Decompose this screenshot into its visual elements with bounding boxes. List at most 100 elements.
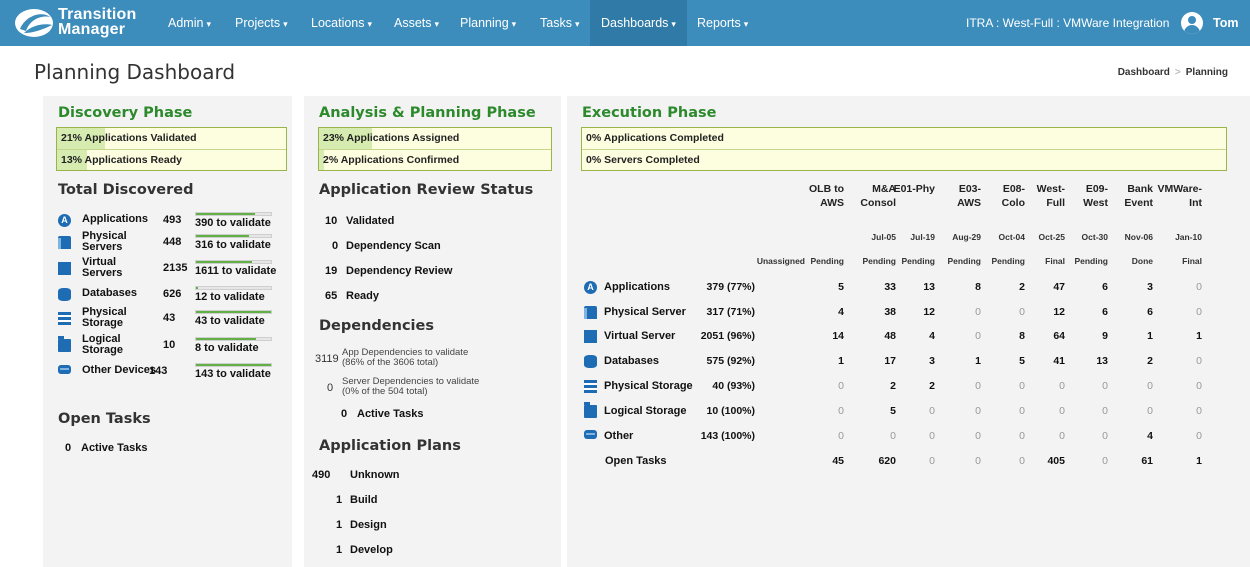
event-cell[interactable]: 12 bbox=[1025, 306, 1065, 318]
menu-admin[interactable]: Admin ▾ bbox=[168, 0, 211, 46]
to-validate-link[interactable]: 143 to validate bbox=[195, 368, 271, 380]
event-cell[interactable]: 6 bbox=[1113, 306, 1153, 318]
exec-row-other[interactable]: Other bbox=[604, 430, 633, 442]
event-cell[interactable]: 5 bbox=[985, 355, 1025, 367]
review-count: 65 bbox=[325, 290, 338, 302]
menu-label: Reports bbox=[697, 16, 741, 30]
event-cell[interactable]: 6 bbox=[1068, 306, 1108, 318]
exec-row-virtual-server[interactable]: Virtual Server bbox=[604, 330, 675, 342]
event-status: Done bbox=[1131, 256, 1153, 266]
exec-row-databases[interactable]: Databases bbox=[604, 355, 659, 367]
event-cell[interactable]: 6 bbox=[1068, 281, 1108, 293]
event-cell[interactable]: 8 bbox=[985, 330, 1025, 342]
menu-reports[interactable]: Reports ▾ bbox=[697, 0, 748, 46]
exec-row-applications[interactable]: Applications bbox=[604, 281, 670, 293]
dependency-tasks-label[interactable]: Active Tasks bbox=[357, 408, 423, 420]
project-selector[interactable]: ITRA : West-Full : VMWare Integration bbox=[966, 0, 1169, 46]
to-validate-link[interactable]: 316 to validate bbox=[195, 239, 271, 251]
event-header-8[interactable]: VMWare- Int bbox=[1142, 182, 1202, 210]
exec-row-physical-storage[interactable]: Physical Storage bbox=[604, 380, 693, 392]
breadcrumb-planning: Planning bbox=[1185, 67, 1228, 78]
discovered-count: 2135 bbox=[163, 262, 188, 274]
menu-assets[interactable]: Assets ▾ bbox=[394, 0, 439, 46]
event-header-0[interactable]: OLB to AWS bbox=[784, 182, 844, 210]
event-cell[interactable]: 4 bbox=[1113, 430, 1153, 442]
event-cell[interactable]: 3 bbox=[1113, 281, 1153, 293]
review-status-validated[interactable]: Validated bbox=[346, 215, 394, 227]
exec-row-logical-storage[interactable]: Logical Storage bbox=[604, 405, 687, 417]
event-cell[interactable]: 5 bbox=[804, 281, 844, 293]
virtual-server-icon bbox=[584, 330, 597, 343]
event-cell[interactable]: 2 bbox=[985, 281, 1025, 293]
plan-develop[interactable]: Develop bbox=[350, 544, 393, 556]
discovered-physical-server-label[interactable]: Physical Servers bbox=[82, 231, 142, 253]
to-validate-link[interactable]: 390 to validate bbox=[195, 217, 271, 229]
event-cell[interactable]: 405 bbox=[1025, 455, 1065, 467]
user-avatar-icon[interactable] bbox=[1181, 12, 1203, 34]
event-cell[interactable]: 13 bbox=[895, 281, 935, 293]
event-cell[interactable]: 17 bbox=[856, 355, 896, 367]
event-cell[interactable]: 33 bbox=[856, 281, 896, 293]
review-status-dependency-scan[interactable]: Dependency Scan bbox=[346, 240, 441, 252]
exec-row-open-tasks[interactable]: Open Tasks bbox=[605, 455, 667, 467]
to-validate-link[interactable]: 43 to validate bbox=[195, 315, 265, 327]
other-devices-icon bbox=[58, 365, 71, 374]
exec-row-physical-server[interactable]: Physical Server bbox=[604, 306, 686, 318]
event-cell[interactable]: 620 bbox=[856, 455, 896, 467]
brand-logo[interactable]: Transition Manager bbox=[14, 5, 154, 41]
event-cell[interactable]: 1 bbox=[1113, 330, 1153, 342]
unassigned-header: Unassigned bbox=[756, 256, 805, 266]
to-validate-link[interactable]: 1611 to validate bbox=[195, 265, 276, 277]
discovered-physical-storage-label[interactable]: Physical Storage bbox=[82, 307, 142, 329]
menu-tasks[interactable]: Tasks ▾ bbox=[540, 0, 579, 46]
to-validate-link[interactable]: 12 to validate bbox=[195, 291, 265, 303]
review-status-dependency-review[interactable]: Dependency Review bbox=[346, 265, 452, 277]
application-plans-title: Application Plans bbox=[319, 438, 461, 454]
event-cell: 0 bbox=[1147, 380, 1153, 392]
dependency-description[interactable]: App Dependencies to validate (86% of the … bbox=[342, 348, 468, 368]
event-cell[interactable]: 45 bbox=[804, 455, 844, 467]
discovered-database-label[interactable]: Databases bbox=[82, 288, 172, 299]
event-cell[interactable]: 2 bbox=[1113, 355, 1153, 367]
to-validate-link[interactable]: 8 to validate bbox=[195, 342, 259, 354]
event-cell[interactable]: 2 bbox=[895, 380, 935, 392]
event-cell[interactable]: 1 bbox=[941, 355, 981, 367]
breadcrumb-dashboard[interactable]: Dashboard bbox=[1118, 67, 1170, 78]
plan-build[interactable]: Build bbox=[350, 494, 378, 506]
event-cell[interactable]: 13 bbox=[1068, 355, 1108, 367]
event-cell[interactable]: 1 bbox=[804, 355, 844, 367]
discovered-logical-storage-label[interactable]: Logical Storage bbox=[82, 334, 142, 356]
dependency-description[interactable]: Server Dependencies to validate (0% of th… bbox=[342, 377, 479, 397]
menu-locations[interactable]: Locations ▾ bbox=[311, 0, 372, 46]
analysis-progress-box: 23% Applications Assigned 2% Application… bbox=[318, 127, 552, 171]
event-cell[interactable]: 64 bbox=[1025, 330, 1065, 342]
event-cell[interactable]: 48 bbox=[856, 330, 896, 342]
user-name[interactable]: Tom bbox=[1213, 0, 1238, 46]
menu-projects[interactable]: Projects ▾ bbox=[235, 0, 288, 46]
event-cell[interactable]: 41 bbox=[1025, 355, 1065, 367]
plan-design[interactable]: Design bbox=[350, 519, 387, 531]
event-cell[interactable]: 5 bbox=[856, 405, 896, 417]
event-cell[interactable]: 47 bbox=[1025, 281, 1065, 293]
discovered-virtual-server-label[interactable]: Virtual Servers bbox=[82, 257, 142, 279]
event-cell[interactable]: 38 bbox=[856, 306, 896, 318]
plan-unknown[interactable]: Unknown bbox=[350, 469, 400, 481]
event-cell[interactable]: 1 bbox=[1162, 330, 1202, 342]
event-cell[interactable]: 4 bbox=[804, 306, 844, 318]
menu-dashboards[interactable]: Dashboards ▾ bbox=[590, 0, 687, 46]
open-tasks-label[interactable]: Active Tasks bbox=[81, 442, 147, 454]
event-cell[interactable]: 4 bbox=[895, 330, 935, 342]
event-cell[interactable]: 3 bbox=[895, 355, 935, 367]
event-cell[interactable]: 9 bbox=[1068, 330, 1108, 342]
event-cell[interactable]: 8 bbox=[941, 281, 981, 293]
event-cell[interactable]: 61 bbox=[1113, 455, 1153, 467]
event-cell[interactable]: 12 bbox=[895, 306, 935, 318]
validate-progress-fill bbox=[196, 235, 250, 237]
event-cell[interactable]: 1 bbox=[1162, 455, 1202, 467]
unassigned-value: 10 (100%) bbox=[706, 405, 755, 417]
event-cell[interactable]: 14 bbox=[804, 330, 844, 342]
discovered-application-label[interactable]: Applications bbox=[82, 214, 172, 225]
event-cell[interactable]: 2 bbox=[856, 380, 896, 392]
review-status-ready[interactable]: Ready bbox=[346, 290, 379, 302]
menu-planning[interactable]: Planning ▾ bbox=[460, 0, 516, 46]
